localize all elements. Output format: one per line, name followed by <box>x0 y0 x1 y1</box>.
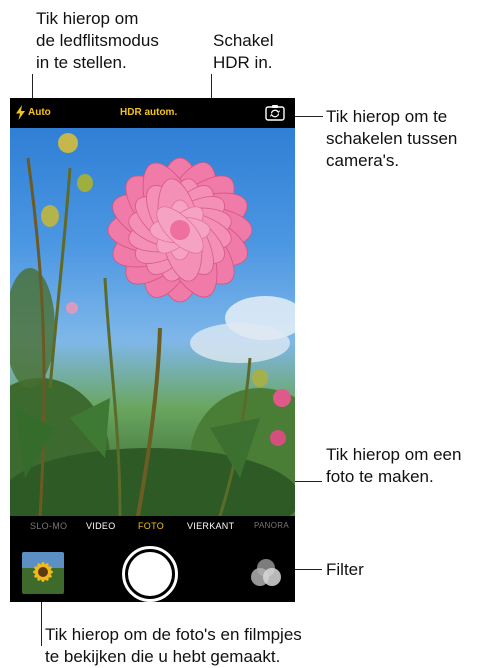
flash-icon <box>16 105 25 120</box>
dahlia-scene-image <box>10 133 295 516</box>
thumbnail-leader-line <box>41 600 42 646</box>
camera-bottom-bar <box>10 538 295 602</box>
mode-video[interactable]: VIDEO <box>86 521 116 531</box>
sunflower-thumbnail-image <box>22 552 64 594</box>
hdr-callout: Schakel HDR in. <box>213 31 274 72</box>
switch-camera-callout: Tik hierop om te schakelen tussen camera… <box>326 107 458 170</box>
flash-mode-label: Auto <box>28 107 51 118</box>
mode-vierkant[interactable]: VIERKANT <box>187 521 234 531</box>
camera-viewfinder[interactable] <box>10 128 295 516</box>
mode-foto[interactable]: FOTO <box>138 521 164 531</box>
camera-top-bar: Auto HDR autom. <box>10 98 295 128</box>
mode-slo-mo[interactable]: SLO-MO <box>30 521 67 531</box>
thumbnail-callout: Tik hierop om de foto's en filmpjes te b… <box>45 625 302 666</box>
filter-callout: Filter <box>326 560 364 579</box>
camera-mode-selector[interactable]: SLO-MO VIDEO FOTO VIERKANT PANORA <box>10 516 295 538</box>
switch-camera-icon[interactable] <box>265 104 285 121</box>
filter-icon[interactable] <box>248 558 284 588</box>
flash-callout: Tik hierop om de ledflitsmodus in te ste… <box>36 9 159 72</box>
last-photo-thumbnail[interactable] <box>22 552 64 594</box>
mode-panorama[interactable]: PANORA <box>254 521 289 530</box>
shutter-inner <box>128 552 172 596</box>
shutter-callout: Tik hierop om een foto te maken. <box>326 445 462 486</box>
shutter-button[interactable] <box>122 546 178 602</box>
flash-button[interactable]: Auto <box>16 105 51 120</box>
hdr-button[interactable]: HDR autom. <box>120 107 177 118</box>
camera-screen: Auto HDR autom. SLO-MO VIDEO FOTO VIERKA… <box>10 98 295 602</box>
